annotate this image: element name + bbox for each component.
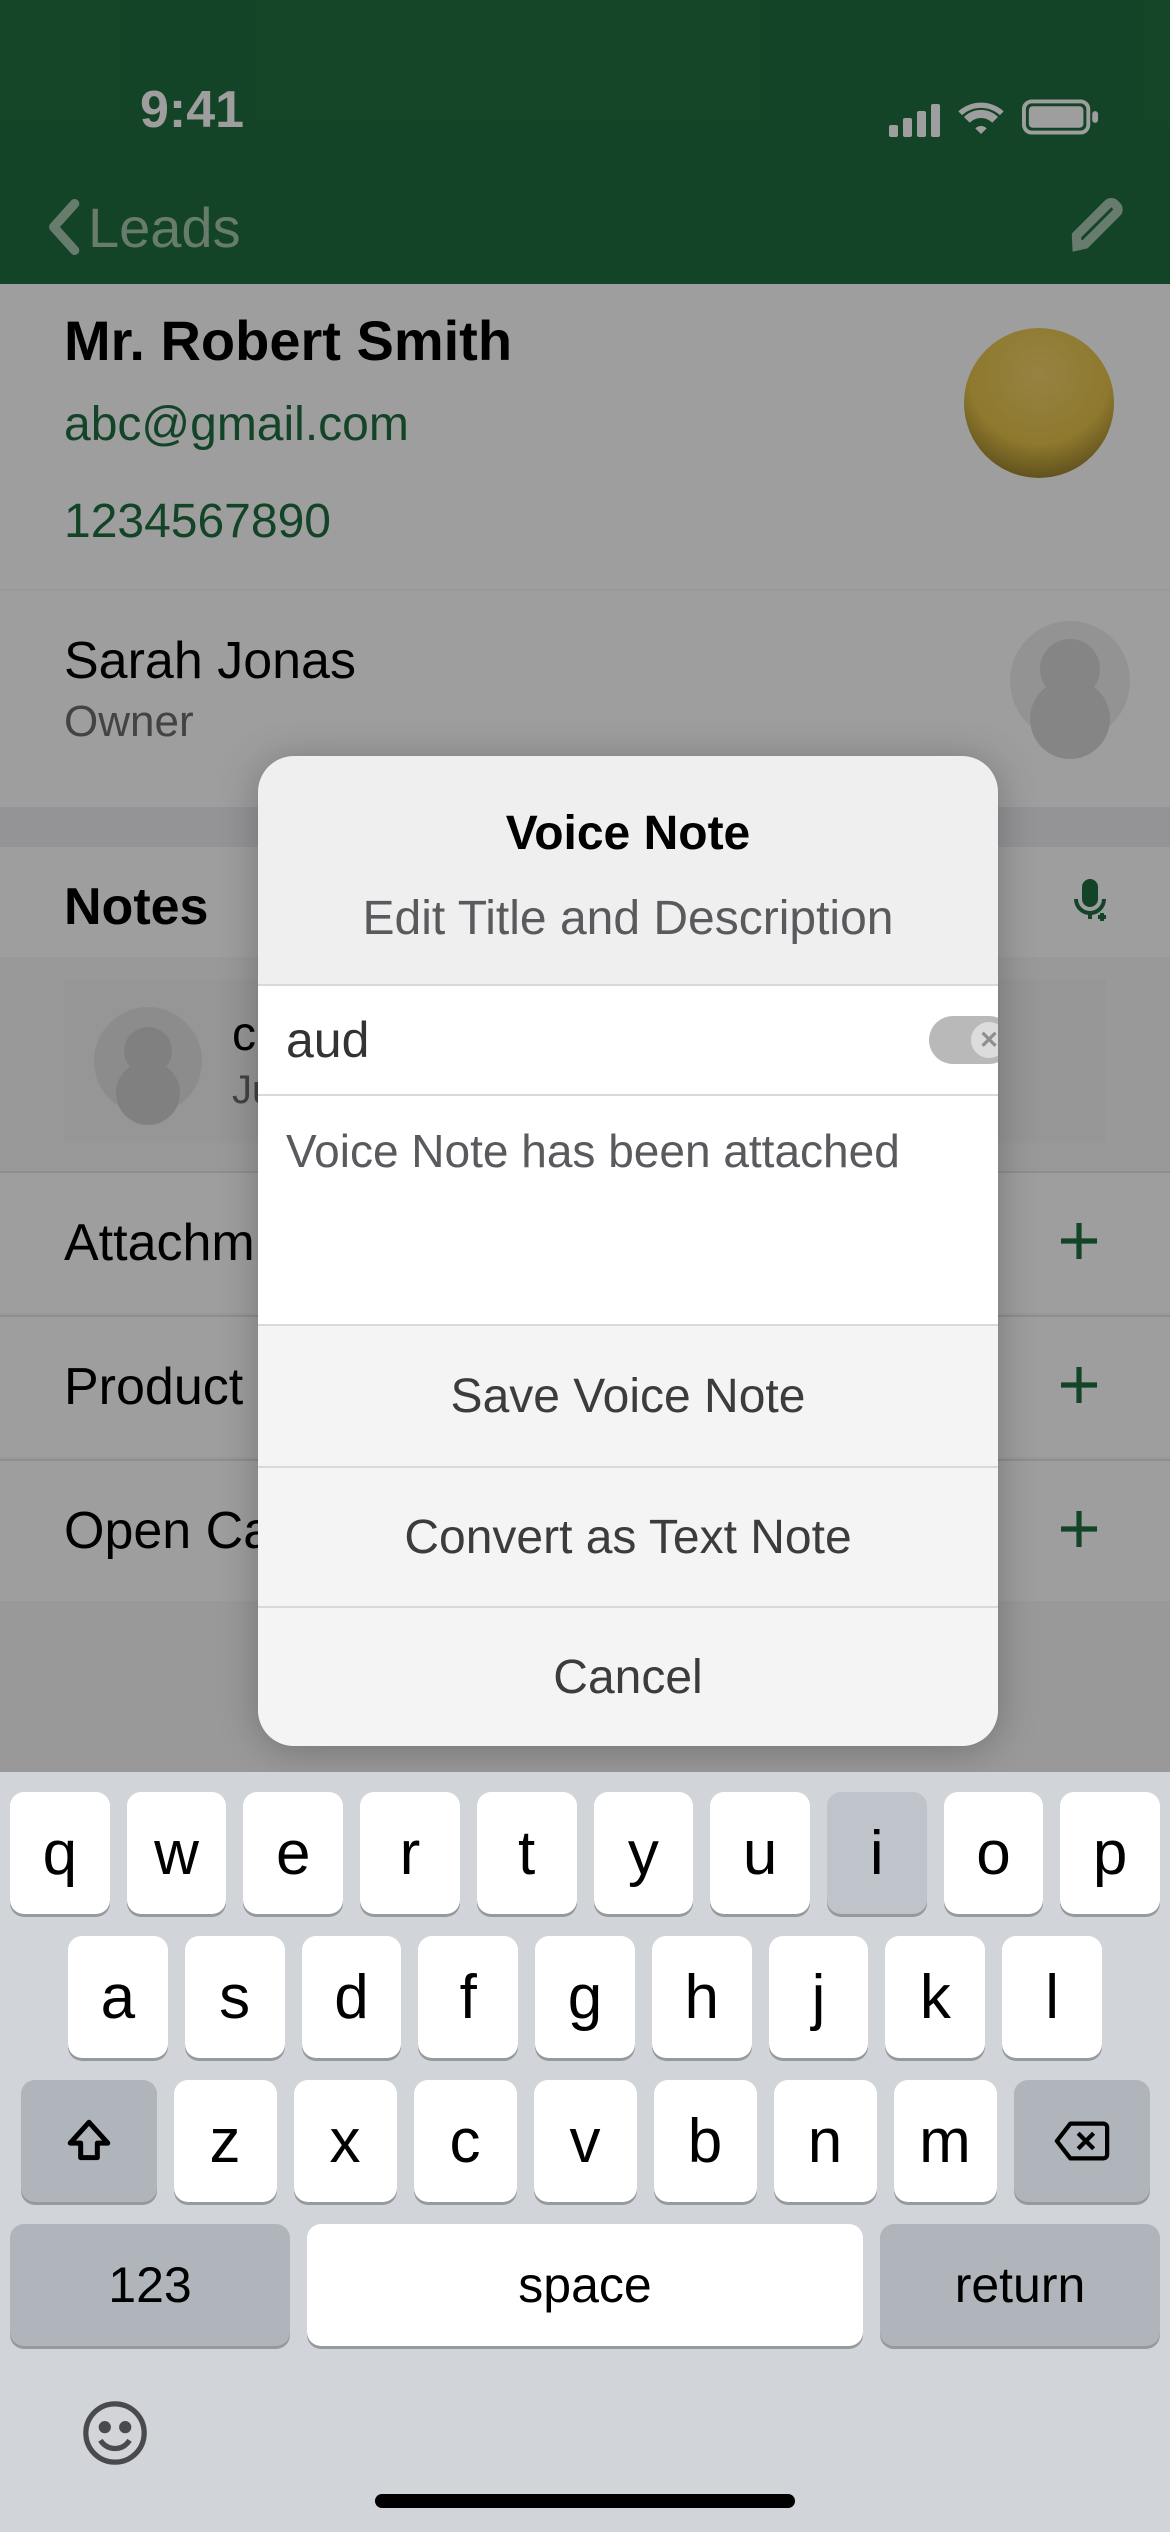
cancel-button[interactable]: Cancel [258, 1606, 998, 1746]
key-q[interactable]: q [10, 1792, 110, 1914]
key-p[interactable]: p [1060, 1792, 1160, 1914]
return-key[interactable]: return [880, 2224, 1160, 2346]
key-t[interactable]: t [477, 1792, 577, 1914]
key-o[interactable]: o [944, 1792, 1044, 1914]
key-l[interactable]: l [1002, 1936, 1102, 2058]
voice-note-description[interactable]: Voice Note has been attached [258, 1096, 998, 1326]
key-a[interactable]: a [68, 1936, 168, 2058]
key-j[interactable]: j [769, 1936, 869, 2058]
clear-input-button[interactable] [929, 1016, 998, 1064]
key-r[interactable]: r [360, 1792, 460, 1914]
save-voice-note-button[interactable]: Save Voice Note [258, 1326, 998, 1466]
key-s[interactable]: s [185, 1936, 285, 2058]
modal-subtitle: Edit Title and Description [288, 891, 968, 946]
key-k[interactable]: k [885, 1936, 985, 2058]
emoji-key[interactable] [80, 2398, 150, 2468]
modal-title: Voice Note [288, 806, 968, 861]
key-w[interactable]: w [127, 1792, 227, 1914]
keyboard: qwertyuiop asdfghjkl zxcvbnm 123 space r… [0, 1772, 1170, 2532]
key-v[interactable]: v [534, 2080, 637, 2202]
key-h[interactable]: h [652, 1936, 752, 2058]
key-f[interactable]: f [418, 1936, 518, 2058]
key-y[interactable]: y [594, 1792, 694, 1914]
home-indicator[interactable] [375, 2494, 795, 2508]
voice-note-title-input[interactable] [286, 986, 929, 1094]
key-x[interactable]: x [294, 2080, 397, 2202]
key-e[interactable]: e [243, 1792, 343, 1914]
backspace-key[interactable] [1014, 2080, 1150, 2202]
voice-note-modal: Voice Note Edit Title and Description Vo… [258, 756, 998, 1746]
key-c[interactable]: c [414, 2080, 517, 2202]
key-i[interactable]: i [827, 1792, 927, 1914]
key-g[interactable]: g [535, 1936, 635, 2058]
shift-key[interactable] [21, 2080, 157, 2202]
key-m[interactable]: m [894, 2080, 997, 2202]
key-b[interactable]: b [654, 2080, 757, 2202]
numbers-key[interactable]: 123 [10, 2224, 290, 2346]
convert-text-note-button[interactable]: Convert as Text Note [258, 1466, 998, 1606]
key-d[interactable]: d [302, 1936, 402, 2058]
key-u[interactable]: u [710, 1792, 810, 1914]
key-n[interactable]: n [774, 2080, 877, 2202]
space-key[interactable]: space [307, 2224, 863, 2346]
key-z[interactable]: z [174, 2080, 277, 2202]
